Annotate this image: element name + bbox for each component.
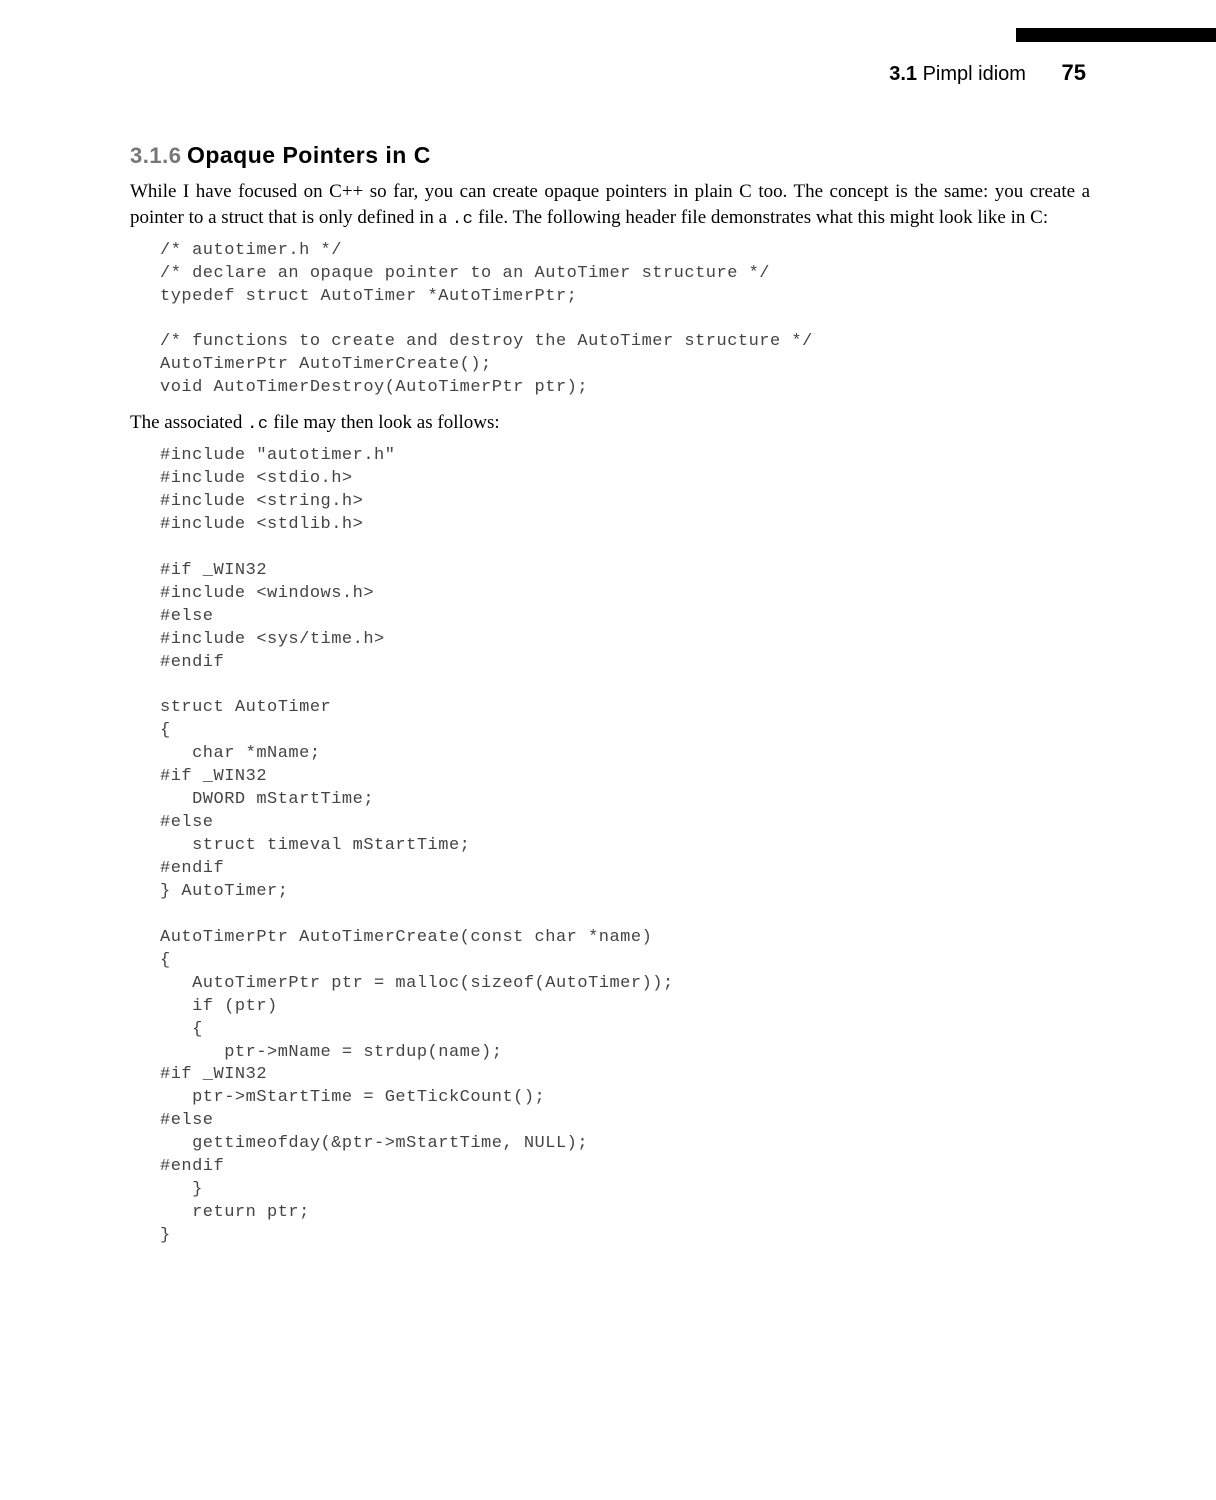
- running-header: 3.1 Pimpl idiom 75: [889, 60, 1086, 86]
- heading-number: 3.1.6: [130, 143, 181, 168]
- para2-text-b: file may then look as follows:: [269, 412, 500, 433]
- header-section-title: Pimpl idiom: [923, 63, 1026, 85]
- code-block-source: #include "autotimer.h" #include <stdio.h…: [160, 445, 1090, 1248]
- inline-code-c-ext-2: .c: [247, 415, 268, 434]
- para2-text-a: The associated: [130, 412, 247, 433]
- heading-title: Opaque Pointers in C: [187, 142, 431, 168]
- section-heading: 3.1.6 Opaque Pointers in C: [130, 140, 1090, 171]
- code-block-header: /* autotimer.h */ /* declare an opaque p…: [160, 240, 1090, 401]
- header-section-number: 3.1: [889, 63, 917, 85]
- para1-text-b: file. The following header file demonstr…: [473, 207, 1048, 228]
- corner-decoration: [1016, 28, 1216, 42]
- page: 3.1 Pimpl idiom 75 3.1.6 Opaque Pointers…: [0, 0, 1216, 1500]
- page-number: 75: [1032, 60, 1086, 85]
- content-area: 3.1.6 Opaque Pointers in C While I have …: [130, 140, 1090, 1258]
- paragraph-1: While I have focused on C++ so far, you …: [130, 179, 1090, 232]
- inline-code-c-ext: .c: [452, 210, 473, 229]
- paragraph-2: The associated .c file may then look as …: [130, 410, 1090, 437]
